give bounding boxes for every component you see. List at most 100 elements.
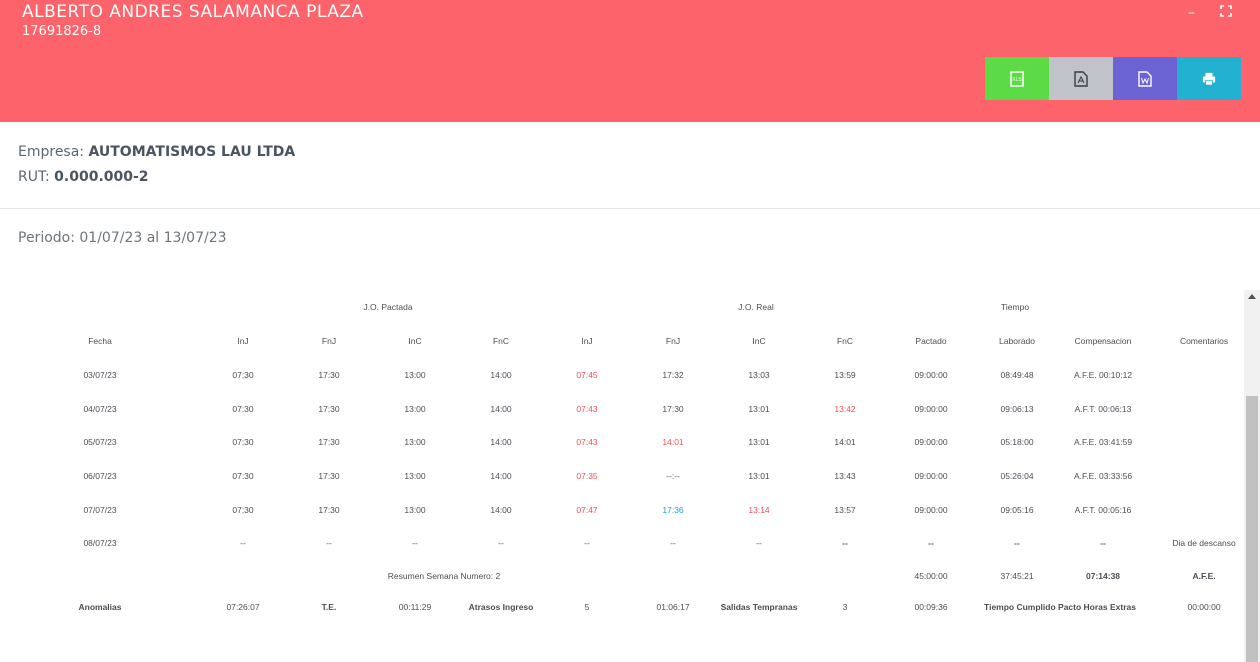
- salidas-count: 3: [842, 602, 848, 613]
- table-row: 05/07/23 07:30 17:30 13:00 14:00 07:43 14:01 13…: [0, 425, 1244, 459]
- table-cell: 14:00: [490, 504, 512, 515]
- fullscreen-icon[interactable]: [1220, 5, 1232, 21]
- table-cell: 13:00: [404, 470, 426, 481]
- column-header: InJ: [581, 336, 593, 346]
- table-cell: [1146, 493, 1244, 527]
- attendance-body: 03/07/23 07:30 17:30 13:00 14:00 07:45 17:32 13…: [0, 358, 1244, 560]
- table-cell: 13:43: [834, 470, 856, 481]
- attendance-table: J.O. Pactada J.O. Real Tiempo Fecha InJ Fn…: [0, 290, 1244, 640]
- table-cell: 13:42: [834, 403, 856, 414]
- table-cell: 08/07/23: [83, 538, 117, 549]
- group-tiempo: Tiempo: [1001, 302, 1030, 312]
- table-cell: 13:00: [404, 403, 426, 414]
- table-cell: 06/07/23: [83, 470, 117, 481]
- table-cell: 13:01: [748, 470, 770, 481]
- pacto-label: Tiempo Cumplido Pacto Horas Extras: [984, 602, 1136, 613]
- table-cell: 14:01: [662, 437, 684, 448]
- table-cell: 07:30: [232, 470, 254, 481]
- rut-value: 0.000.000-2: [54, 169, 149, 185]
- table-cell: 09:00:00: [914, 470, 948, 481]
- table-cell: --:--: [666, 470, 680, 481]
- table-cell: 13:00: [404, 369, 426, 380]
- group-pactada: J.O. Pactada: [363, 302, 413, 312]
- minimize-icon[interactable]: –: [1188, 5, 1195, 21]
- salidas-label: Salidas Tempranas: [720, 602, 798, 613]
- table-cell: 05/07/23: [83, 437, 117, 448]
- attendance-table-area: J.O. Pactada J.O. Real Tiempo Fecha InJ Fn…: [0, 290, 1244, 662]
- te-value: 00:11:29: [398, 602, 432, 613]
- table-cell: 17:30: [318, 369, 340, 380]
- empresa-value: AUTOMATISMOS LAU LTDA: [88, 144, 296, 160]
- excel-export-button[interactable]: XLS: [985, 57, 1049, 100]
- pacto-value: 00:00:00: [1187, 602, 1221, 613]
- print-button[interactable]: [1177, 57, 1241, 100]
- pdf-export-button[interactable]: [1049, 57, 1113, 100]
- empresa-label: Empresa:: [18, 144, 85, 160]
- employee-name: ALBERTO ANDRES SALAMANCA PLAZA: [22, 2, 364, 22]
- summary-row: Resumen Semana Numero: 2 45:00:00 37:45:…: [0, 560, 1244, 592]
- table-cell: A.F.T. 00:05:16: [1074, 504, 1132, 515]
- atrasos-count: 5: [584, 602, 590, 613]
- table-row: 07/07/23 07:30 17:30 13:00 14:00 07:47 17:36 13…: [0, 493, 1244, 527]
- table-cell: [1146, 459, 1244, 493]
- table-cell: 17:36: [662, 504, 684, 515]
- table-cell: 17:30: [318, 470, 340, 481]
- anomalias-value: 07:26:07: [226, 602, 260, 613]
- table-cell: 14:00: [490, 403, 512, 414]
- table-cell: --: [1014, 538, 1020, 549]
- anomalias-row: Anomalias 07:26:07 T.E. 00:11:29 Atrasos…: [0, 592, 1244, 640]
- table-cell: 08:49:48: [1000, 369, 1034, 380]
- table-cell: 14:00: [490, 437, 512, 448]
- rut-label: RUT:: [18, 169, 50, 185]
- summary-comentarios: A.F.E.: [1192, 571, 1216, 582]
- group-real: J.O. Real: [738, 302, 774, 312]
- word-file-icon: [1138, 70, 1152, 87]
- column-header: Comentarios: [1179, 336, 1229, 346]
- table-cell: A.F.T. 00:06:13: [1074, 403, 1132, 414]
- table-cell: --: [498, 538, 504, 549]
- table-cell: --: [670, 538, 676, 549]
- summary-laborado: 37:45:21: [1000, 571, 1034, 582]
- table-cell: 14:00: [490, 470, 512, 481]
- table-cell: 05:18:00: [1000, 437, 1034, 448]
- table-row: 06/07/23 07:30 17:30 13:00 14:00 07:35 --:-- 13…: [0, 459, 1244, 493]
- column-header: FnC: [492, 336, 510, 346]
- column-header: InC: [408, 336, 422, 346]
- table-cell: 05:26:04: [1000, 470, 1034, 481]
- table-cell: --: [584, 538, 590, 549]
- export-button-group: XLS: [985, 57, 1241, 100]
- summary-pactado: 45:00:00: [914, 571, 948, 582]
- column-header: Laborado: [999, 336, 1035, 346]
- column-header-row: Fecha InJ FnJ InC FnC InJ FnJ InC FnC Pactado Labo…: [0, 324, 1244, 358]
- column-header: FnJ: [321, 336, 337, 346]
- table-cell: 13:01: [748, 437, 770, 448]
- table-cell: --: [412, 538, 418, 549]
- table-cell: 09:00:00: [914, 437, 948, 448]
- vertical-scrollbar[interactable]: [1244, 290, 1260, 662]
- table-cell: A.F.E. 03:33:56: [1073, 470, 1133, 481]
- table-cell: 09:00:00: [914, 403, 948, 414]
- table-cell: 04/07/23: [83, 403, 117, 414]
- table-cell: 13:00: [404, 437, 426, 448]
- scrollbar-thumb[interactable]: [1246, 396, 1258, 662]
- column-header: FnJ: [665, 336, 681, 346]
- word-export-button[interactable]: [1113, 57, 1177, 100]
- atrasos-value: 01:06:17: [656, 602, 690, 613]
- table-cell: A.F.E. 00:10:12: [1073, 369, 1133, 380]
- table-cell: Dia de descanso: [1172, 538, 1236, 549]
- summary-compensacion: 07:14:38: [1086, 571, 1121, 582]
- table-cell: --: [240, 538, 246, 549]
- table-cell: 13:01: [748, 403, 770, 414]
- table-cell: [1146, 358, 1244, 392]
- table-cell: 09:05:16: [1000, 504, 1034, 515]
- column-header: InC: [752, 336, 766, 346]
- table-cell: 07:30: [232, 504, 254, 515]
- te-label: T.E.: [321, 602, 337, 613]
- table-cell: 07:43: [576, 403, 598, 414]
- period-label: Periodo: 01/07/23 al 13/07/23: [18, 230, 227, 246]
- xls-file-icon: XLS: [1010, 70, 1024, 87]
- pdf-file-icon: [1074, 70, 1088, 87]
- table-cell: 07:35: [576, 470, 598, 481]
- table-cell: 13:03: [748, 369, 770, 380]
- scroll-up-icon[interactable]: [1248, 294, 1256, 299]
